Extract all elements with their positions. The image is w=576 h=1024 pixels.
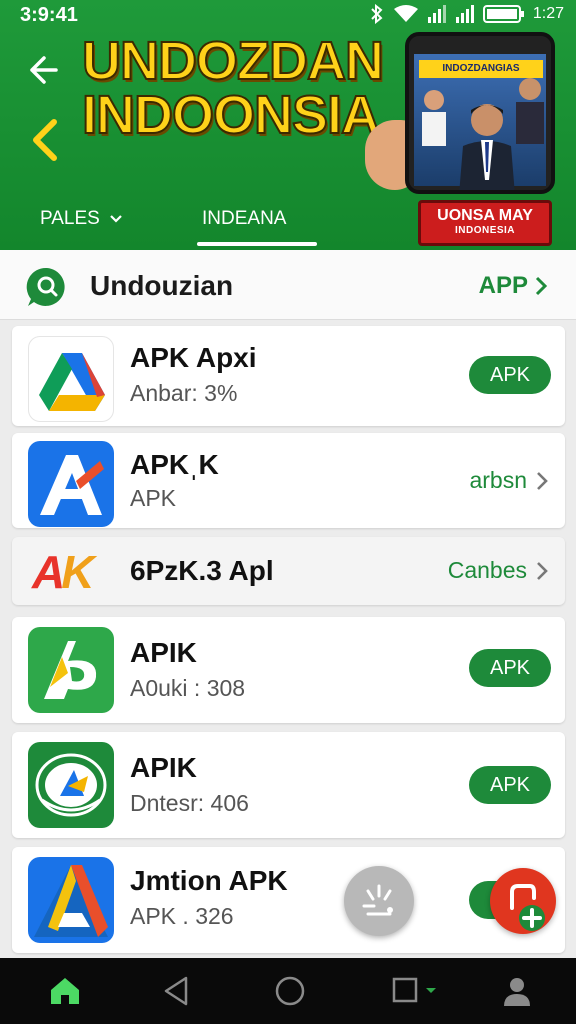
list-item[interactable]: APK Apxi Anbar: 3% APK <box>12 326 565 426</box>
app-action-link[interactable]: arbsn <box>469 467 549 494</box>
signal-icon-2 <box>455 5 474 23</box>
app-name: APIK <box>130 637 197 668</box>
download-icon <box>510 884 545 931</box>
home-icon[interactable] <box>48 974 82 1008</box>
list-item[interactable]: APIK Dntesr: 406 APK <box>12 732 565 838</box>
app-badge-ak: AK <box>32 546 95 598</box>
app-action-label: arbsn <box>469 467 527 493</box>
app-link-label: APP <box>478 272 528 299</box>
app-name: Jmtion APK <box>130 865 288 896</box>
home-circle-icon[interactable] <box>273 974 307 1008</box>
back-arrow-icon[interactable] <box>24 52 60 88</box>
phone-graphic: INDOZDANGIAS <box>405 32 555 194</box>
status-bar: 3:9:41 1:27 <box>0 0 576 32</box>
chevron-right-icon <box>537 561 548 580</box>
signal-icon <box>427 5 446 23</box>
app-name: APIK <box>130 752 197 783</box>
app-subtitle: A0uki : 308 <box>130 675 246 701</box>
profile-icon[interactable] <box>500 974 534 1008</box>
back-triangle-icon[interactable] <box>160 974 194 1008</box>
chevron-right-icon <box>537 471 548 490</box>
bluetooth-icon <box>371 4 383 24</box>
app-subtitle: APK . 326 <box>130 903 234 929</box>
loading-fab[interactable] <box>344 866 414 936</box>
app-subtitle: Dntesr: 406 <box>130 790 249 816</box>
promo-badge[interactable]: UONSA MAY INDONESIA <box>418 200 552 246</box>
app-name: APK Apxi <box>130 342 257 373</box>
status-icons: 1:27 <box>369 4 564 24</box>
app-icon-globe <box>28 742 114 828</box>
tab-indeana-label: INDEANA <box>202 208 287 229</box>
list-item[interactable]: APIK A0uki : 308 APK <box>12 617 565 723</box>
apk-button[interactable]: APK <box>469 649 551 687</box>
list-item[interactable]: Jmtion APK APK . 326 <box>12 847 565 953</box>
search-bar[interactable]: Undouzian APP <box>0 250 576 320</box>
app-name: 6PzK.3 Apl <box>130 555 274 586</box>
app-subtitle: APK <box>130 485 177 511</box>
active-tab-indicator <box>197 242 317 246</box>
chevron-left-icon[interactable] <box>28 118 64 162</box>
letter-a-icon <box>40 455 104 515</box>
spinner-icon <box>362 884 393 916</box>
letter-p-icon <box>44 641 97 699</box>
presenter-graphic <box>459 104 515 190</box>
banner-title-line2: INDOONSIA <box>81 85 381 145</box>
battery-icon <box>482 5 524 23</box>
apk-button[interactable]: APK <box>469 356 551 394</box>
banner-title-line1: UNDOZDAN <box>81 31 385 91</box>
wifi-icon <box>393 5 418 22</box>
app-icon-a <box>28 441 114 527</box>
app-action-link[interactable]: Canbes <box>448 557 549 584</box>
app-subtitle: Anbar: 3% <box>130 380 238 406</box>
triangle-logo-icon <box>39 353 105 411</box>
tab-indeana[interactable]: INDEANA <box>202 208 286 230</box>
list-item[interactable]: AK 6PzK.3 Apl Canbes <box>12 537 565 605</box>
download-fab[interactable] <box>490 868 556 934</box>
globe-logo-icon <box>35 753 107 817</box>
promo-title: UONSA MAY <box>437 207 533 224</box>
list-item[interactable]: APKˌK APK arbsn <box>12 433 565 528</box>
tab-pales[interactable]: PALES <box>40 208 123 230</box>
search-icon[interactable] <box>26 266 68 308</box>
promo-subtitle: INDONESIA <box>454 225 516 236</box>
tab-pales-label: PALES <box>40 208 100 229</box>
app-action-label: Canbes <box>447 557 527 583</box>
status-time: 3:9:41 <box>20 4 78 26</box>
navigation-bar <box>0 958 576 1024</box>
banner-title: UNDOZDAN INDOONSIA <box>81 31 412 145</box>
battery-text: 1:27 <box>532 5 564 22</box>
app-name: APKˌK <box>130 449 219 480</box>
apk-button[interactable]: APK <box>469 766 551 804</box>
recents-icon[interactable] <box>390 974 442 1008</box>
chevron-down-icon <box>110 215 122 223</box>
header-banner: 3:9:41 1:27 UNDOZDAN INDOONSIA INDOZDANG… <box>0 0 576 250</box>
app-icon-triangle <box>28 857 114 943</box>
search-query: Undouzian <box>90 270 234 301</box>
app-icon-drive <box>28 336 114 422</box>
app-icon-p <box>28 627 114 713</box>
chevron-right-icon <box>535 276 548 296</box>
triangle-a-icon <box>34 865 108 937</box>
person-left-graphic <box>422 90 446 146</box>
app-link[interactable]: APP <box>479 272 548 300</box>
